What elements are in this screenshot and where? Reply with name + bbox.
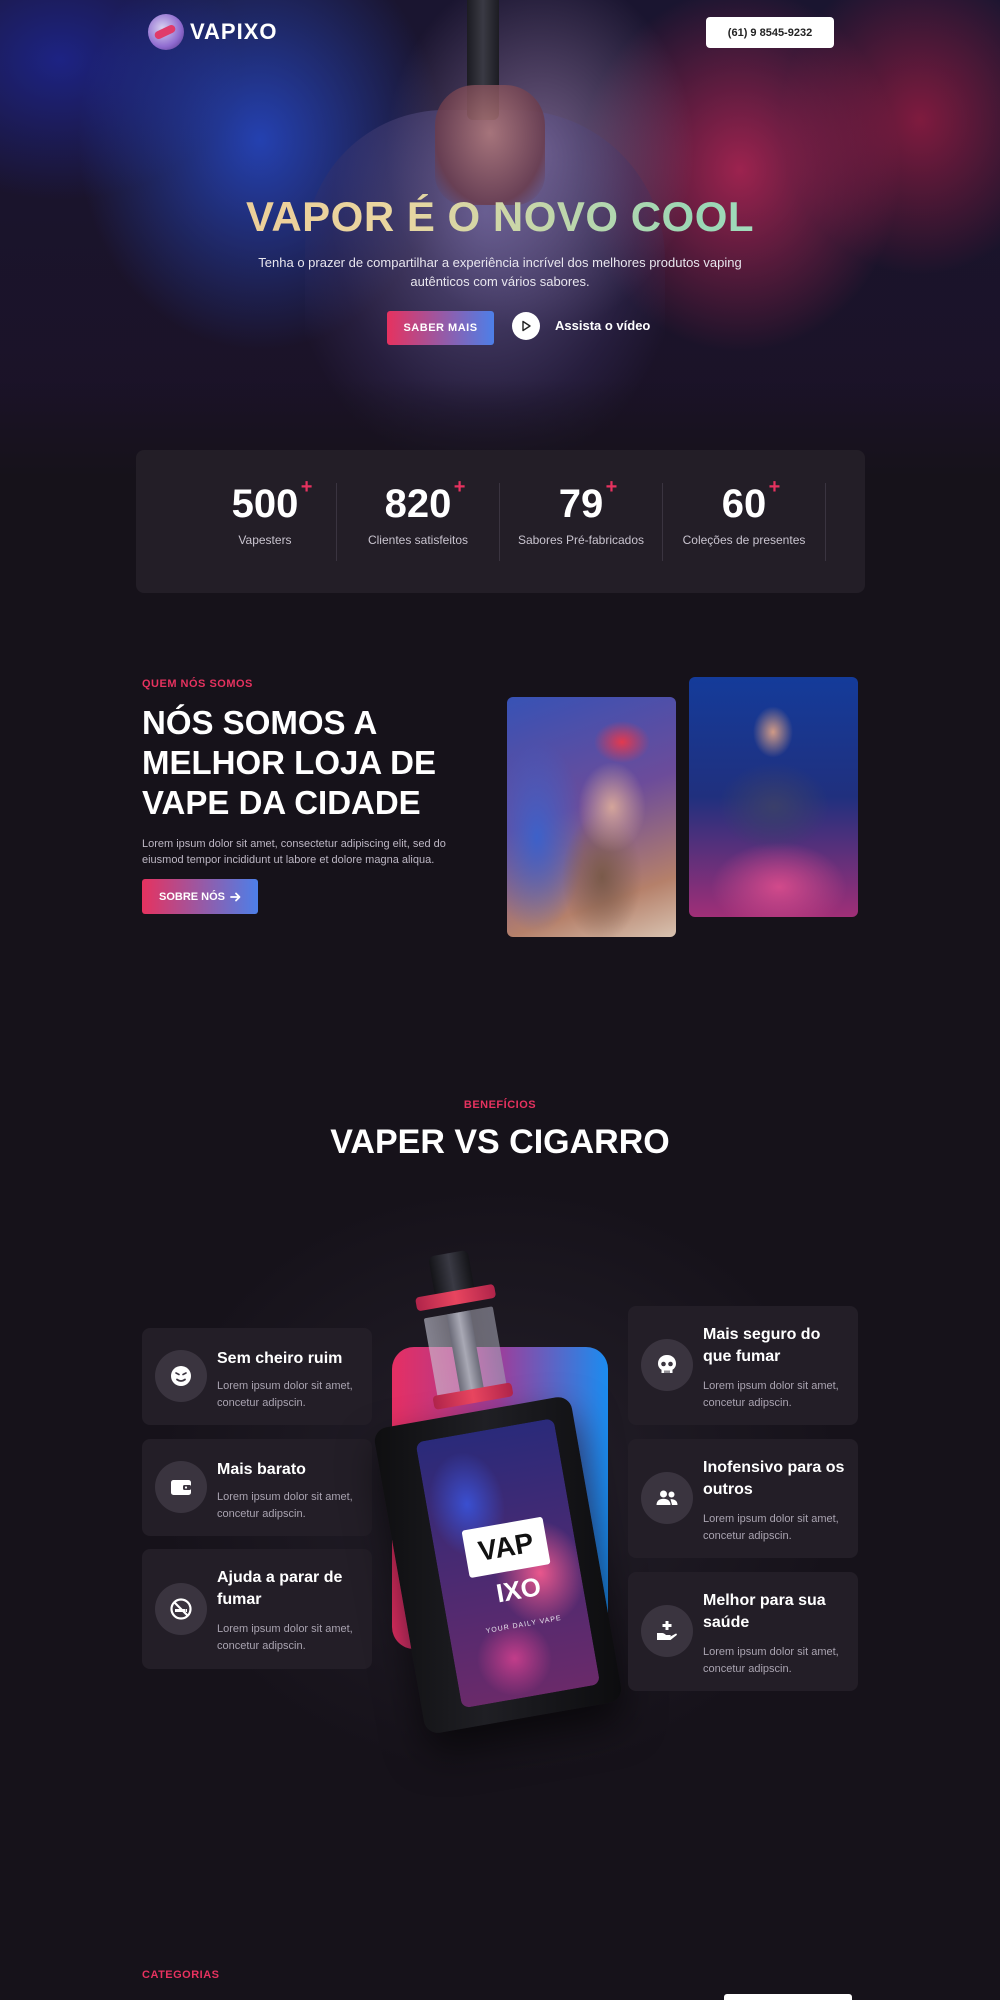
benefit-title: Mais seguro do que fumar — [703, 1326, 821, 1365]
skull-icon — [658, 1355, 676, 1373]
benefit-card: Sem cheiro ruim Lorem ipsum dolor sit am… — [142, 1328, 372, 1425]
stat-value: 60 — [721, 482, 767, 526]
health-hand-icon — [657, 1621, 677, 1640]
stat-clients: 820 + Clientes satisfeitos — [337, 476, 499, 562]
play-video-button[interactable] — [512, 312, 540, 340]
benefit-text: Lorem ipsum dolor sit amet, concetur adi… — [217, 1380, 353, 1409]
benefit-card: Mais seguro do que fumar Lorem ipsum dol… — [628, 1306, 858, 1425]
stat-plus: + — [453, 476, 466, 498]
stat-plus: + — [768, 476, 781, 498]
stat-plus: + — [300, 476, 313, 498]
hero-background — [0, 0, 1000, 490]
stat-divider — [825, 483, 826, 561]
benefits-eyebrow: BENEFÍCIOS — [463, 1099, 537, 1111]
users-icon — [656, 1490, 678, 1505]
stat-vapesters: 500 + Vapesters — [184, 476, 346, 562]
about-title: NÓS SOMOS A MELHOR LOJA DE VAPE DA CIDAD… — [142, 704, 436, 821]
benefit-text: Lorem ipsum dolor sit amet, concetur adi… — [703, 1380, 839, 1409]
about-eyebrow: QUEM NÓS SOMOS — [142, 678, 253, 690]
about-photo-woman — [507, 697, 676, 937]
logo[interactable]: VAPIXO — [148, 14, 278, 50]
stat-label: Coleções de presentes — [682, 533, 806, 547]
no-smoking-icon — [170, 1598, 192, 1620]
stat-plus: + — [605, 476, 618, 498]
categories-button[interactable] — [724, 1994, 852, 2000]
hero-title: VAPOR É O NOVO COOL — [0, 193, 1000, 241]
saber-mais-button[interactable]: SABER MAIS — [387, 311, 494, 345]
face-icon — [171, 1366, 191, 1386]
logo-icon — [148, 14, 184, 50]
play-icon — [522, 320, 531, 332]
landing-page: VAPIXO (61) 9 8545-9232 VAPOR É O NOVO C… — [0, 0, 1000, 2000]
stats-panel: 500 + Vapesters 820 + Clientes satisfeitos… — [136, 450, 865, 593]
sobre-nos-label: SOBRE NÓS — [158, 890, 225, 903]
hero-hand-image — [435, 85, 545, 205]
stat-label: Vapesters — [238, 533, 292, 547]
stat-value: 79 — [558, 482, 604, 526]
about-text: Lorem ipsum dolor sit amet, consectetur … — [142, 838, 446, 866]
about-photo-man — [689, 677, 858, 917]
benefit-text: Lorem ipsum dolor sit amet, concetur adi… — [217, 1491, 353, 1520]
benefit-card: Melhor para sua saúde Lorem ipsum dolor … — [628, 1572, 858, 1691]
phone-button[interactable]: (61) 9 8545-9232 — [706, 17, 834, 48]
benefit-title: Ajuda a parar de fumar — [217, 1569, 343, 1608]
watch-video-link[interactable]: Assista o vídeo — [555, 318, 650, 333]
benefit-card: Mais barato Lorem ipsum dolor sit amet, … — [142, 1439, 372, 1536]
wallet-icon — [171, 1480, 191, 1495]
benefit-title: Melhor para sua saúde — [703, 1592, 826, 1631]
benefit-text: Lorem ipsum dolor sit amet, concetur adi… — [703, 1646, 839, 1675]
stat-label: Clientes satisfeitos — [367, 533, 469, 547]
benefit-title: Mais barato — [217, 1461, 306, 1478]
stat-label: Sabores Pré-fabricados — [517, 533, 645, 547]
benefit-text: Lorem ipsum dolor sit amet, concetur adi… — [217, 1623, 353, 1652]
benefit-text: Lorem ipsum dolor sit amet, concetur adi… — [703, 1513, 839, 1542]
benefit-title: Inofensivo para os outros — [703, 1459, 845, 1498]
logo-text: VAPIXO — [190, 19, 278, 44]
stat-flavors: 79 + Sabores Pré-fabricados — [500, 476, 662, 562]
hero-subtitle: Tenha o prazer de compartilhar a experiê… — [258, 255, 742, 289]
stat-value: 500 — [231, 482, 299, 526]
arrow-right-icon — [230, 892, 241, 901]
device-logo-top: VAP — [461, 1516, 551, 1579]
sobre-nos-button[interactable]: SOBRE NÓS — [142, 879, 258, 914]
stat-value: 820 — [384, 482, 452, 526]
benefit-card: Inofensivo para os outros Lorem ipsum do… — [628, 1439, 858, 1558]
device-tagline: YOUR DAILY VAPE — [485, 1614, 563, 1636]
stat-gifts: 60 + Coleções de presentes — [663, 476, 825, 562]
benefit-title: Sem cheiro ruim — [217, 1350, 343, 1367]
benefits-title: VAPER VS CIGARRO — [330, 1123, 670, 1161]
benefit-card: Ajuda a parar de fumar Lorem ipsum dolor… — [142, 1549, 372, 1669]
device-logo-bottom: IXO — [493, 1571, 544, 1609]
categories-eyebrow: CATEGORIAS — [142, 1969, 220, 1981]
